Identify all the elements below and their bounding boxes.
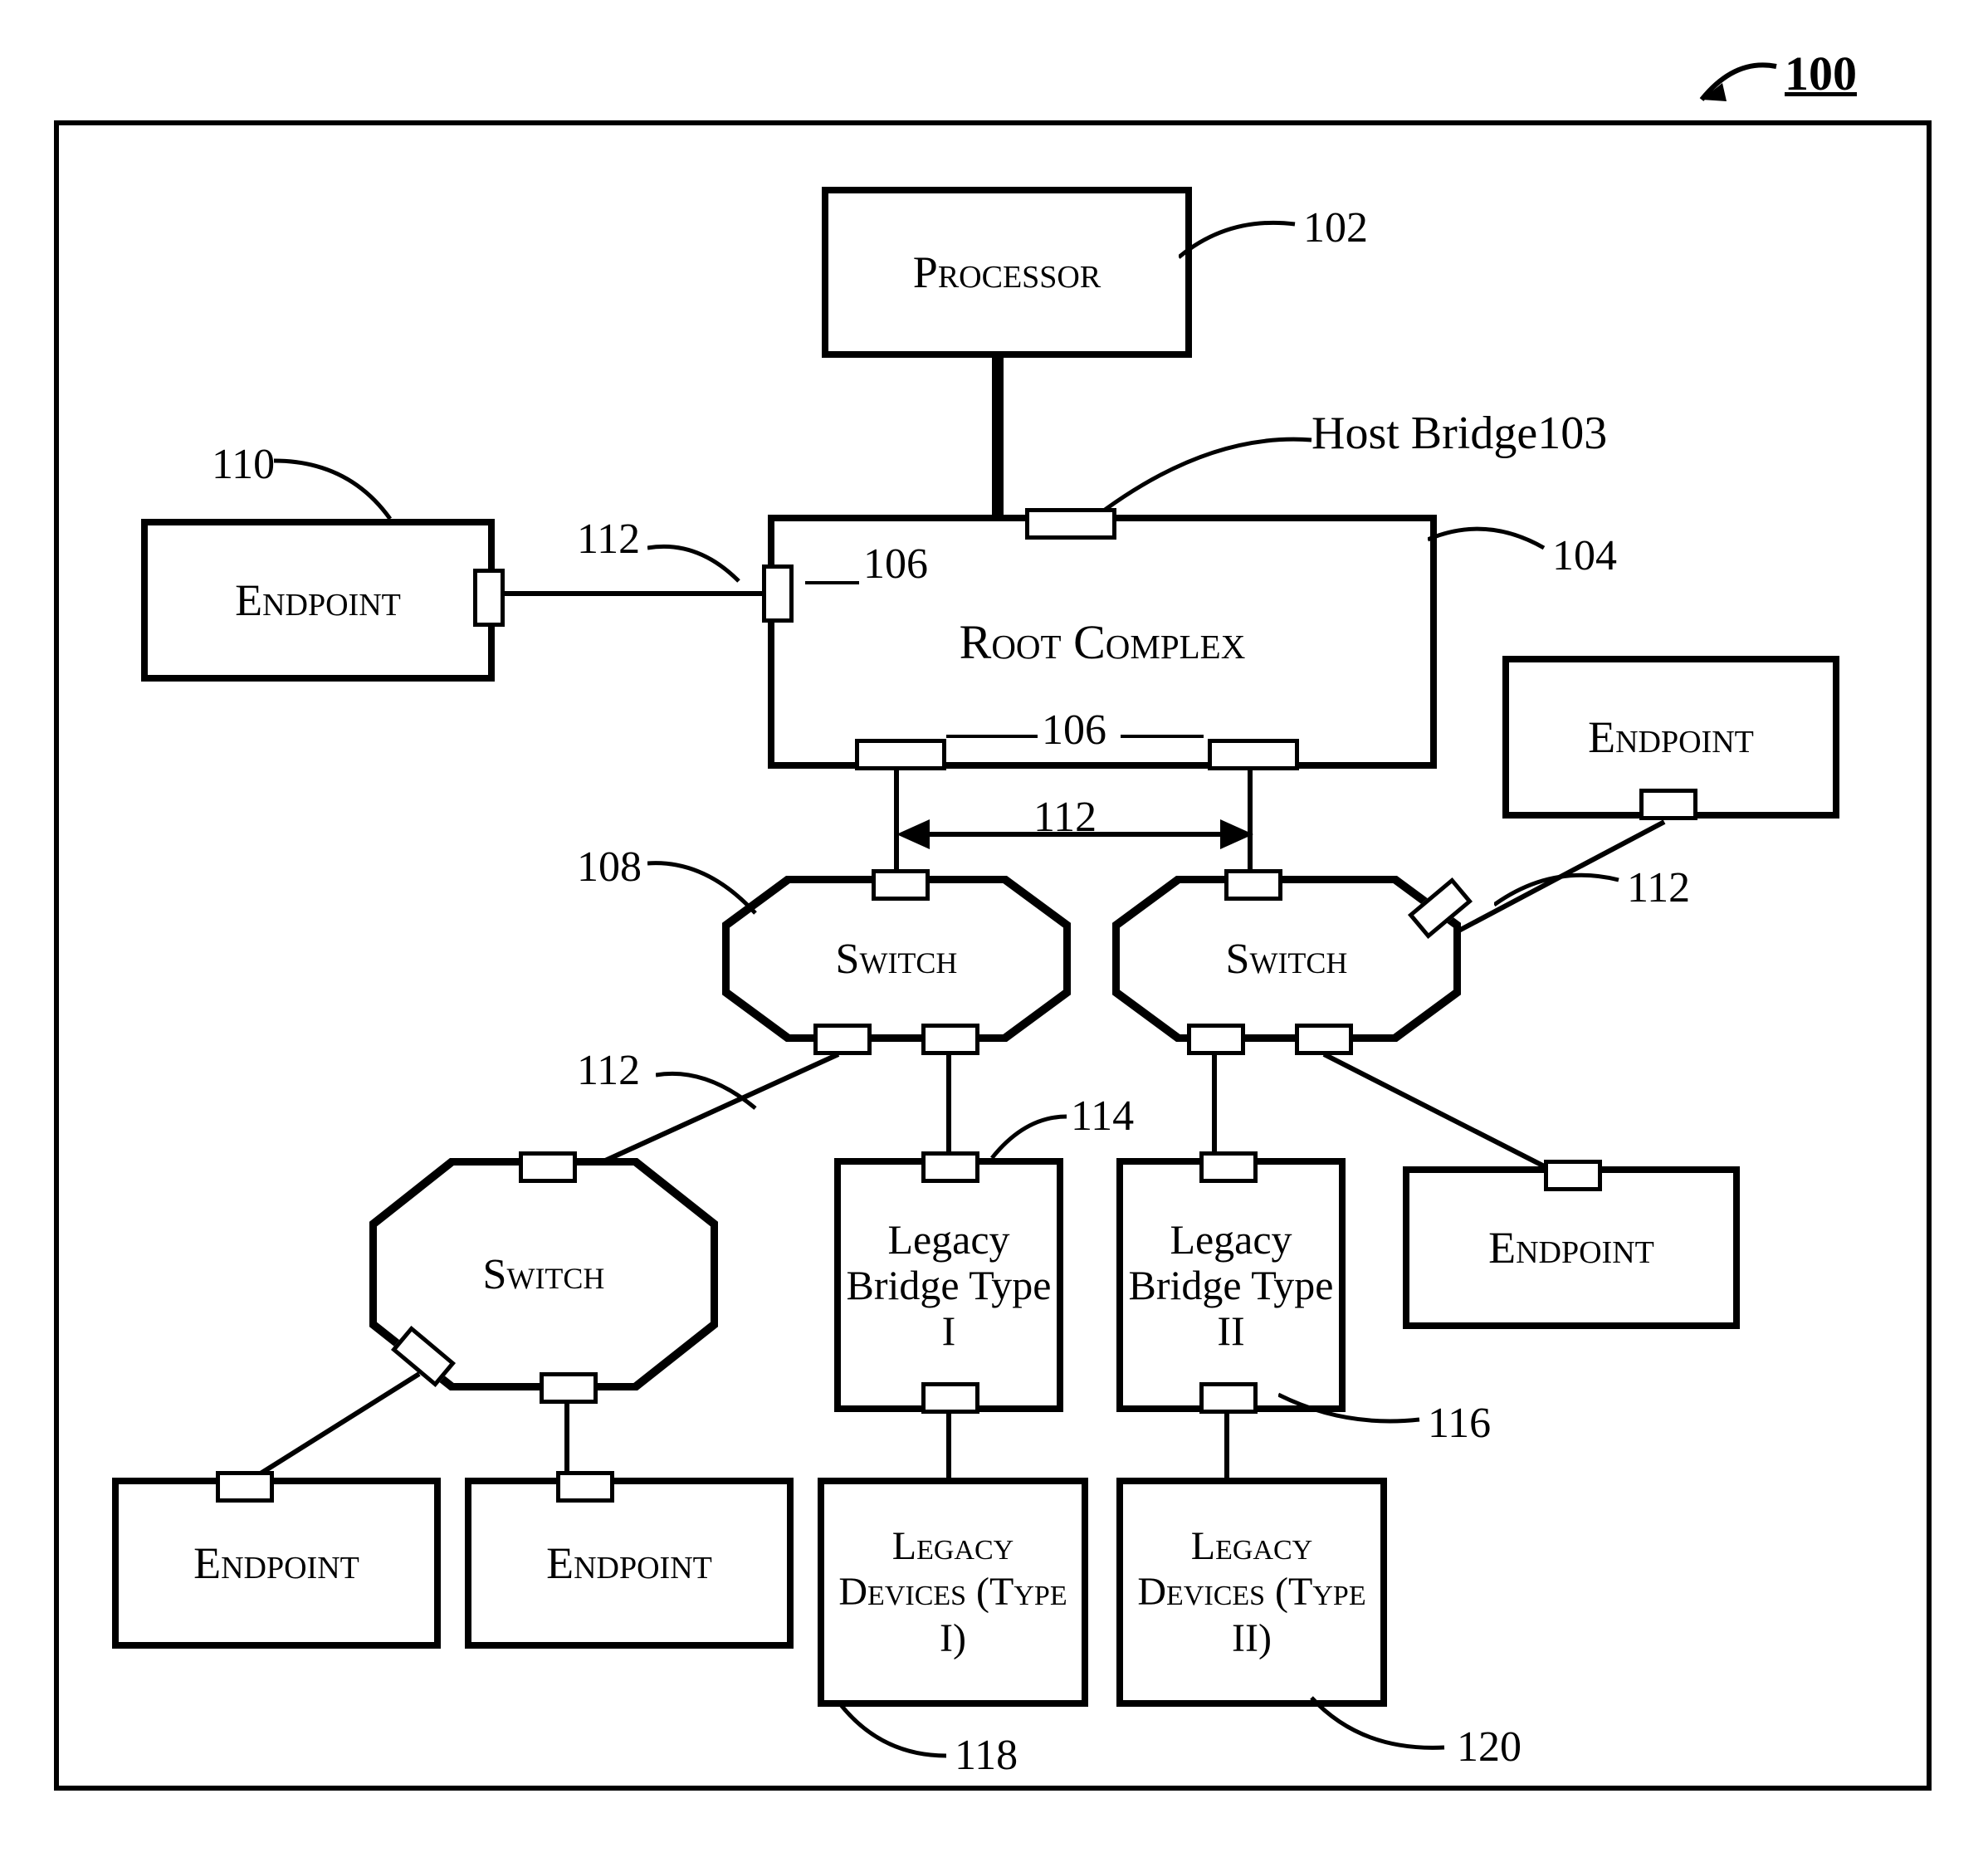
ref-106b: 106: [1042, 706, 1106, 755]
ref-118: 118: [955, 1731, 1018, 1780]
link-swr-lb2: [1212, 1054, 1217, 1158]
ref-112d: 112: [1627, 863, 1690, 912]
endpoint-110-label: Endpoint: [235, 574, 401, 626]
link-lb2-ld2: [1224, 1411, 1229, 1478]
endpoint-b2-label: Endpoint: [546, 1537, 712, 1589]
ref-112a: 112: [577, 515, 640, 564]
figure-arrow: [1685, 50, 1785, 116]
host-bridge-label: Host Bridge103: [1311, 407, 1607, 460]
leader-118: [830, 1698, 955, 1772]
link-proc-root: [992, 351, 1004, 525]
legacy-bridge-1: Legacy Bridge Type I: [834, 1158, 1063, 1412]
legacy-devices-2: Legacy Devices (Type II): [1116, 1478, 1387, 1707]
endpoint-110: Endpoint: [141, 519, 495, 682]
diagram-canvas: 100 Processor 102 Host Bridge103 Root Co…: [0, 0, 1988, 1862]
switch-108: Switch: [722, 876, 1071, 1042]
ref-116: 116: [1428, 1399, 1491, 1448]
port-ep-bl: [216, 1471, 274, 1503]
legacy-bridge-2: Legacy Bridge Type II: [1116, 1158, 1346, 1412]
legacy-devices-2-label: Legacy Devices (Type II): [1123, 1523, 1380, 1661]
port-sw108-br: [921, 1024, 979, 1055]
legacy-devices-1-label: Legacy Devices (Type I): [824, 1523, 1082, 1661]
port-sw3-b: [540, 1372, 598, 1404]
port-ep110: [473, 569, 505, 627]
switch-right-label: Switch: [1226, 935, 1348, 984]
switch-lower-label: Switch: [483, 1250, 605, 1299]
ref-102: 102: [1303, 203, 1368, 252]
leader-114: [984, 1108, 1075, 1166]
link-sw108-lb1: [946, 1054, 951, 1158]
switch-right: Switch: [1112, 876, 1461, 1042]
leader-106b-l: [946, 735, 1038, 738]
port-sw108-t: [872, 869, 930, 901]
port-lb2-b: [1199, 1382, 1258, 1414]
endpoint-tr-label: Endpoint: [1588, 711, 1754, 763]
leader-120: [1303, 1693, 1453, 1768]
port-lb2-t: [1199, 1151, 1258, 1183]
processor-label: Processor: [913, 247, 1101, 298]
ref-112b: 112: [1033, 793, 1097, 842]
endpoint-b2: Endpoint: [465, 1478, 794, 1649]
port-lb1-b: [921, 1382, 979, 1414]
leader-112d: [1494, 863, 1627, 930]
leader-106b-r: [1121, 735, 1204, 738]
figure-number: 100: [1785, 46, 1857, 101]
ref-120: 120: [1457, 1723, 1522, 1772]
leader-110: [274, 452, 423, 527]
processor-box: Processor: [822, 187, 1192, 358]
ref-114: 114: [1071, 1092, 1134, 1141]
ref-110: 110: [212, 440, 275, 489]
port-root-top: [1025, 508, 1116, 540]
port-swr-bl: [1187, 1024, 1245, 1055]
port-root-bl: [855, 739, 946, 770]
link-ep110-root: [502, 591, 764, 596]
endpoint-rm-label: Endpoint: [1488, 1222, 1654, 1273]
port-ep-rm: [1544, 1160, 1602, 1191]
root-complex-label: Root Complex: [960, 614, 1246, 670]
leader-104: [1428, 515, 1561, 589]
port-lb1-t: [921, 1151, 979, 1183]
ref-108: 108: [577, 843, 642, 892]
switch-108-label: Switch: [836, 935, 958, 984]
leader-112a: [647, 531, 747, 598]
link-lb1-ld1: [946, 1411, 951, 1478]
endpoint-bl: Endpoint: [112, 1478, 441, 1649]
endpoint-bl-label: Endpoint: [193, 1537, 359, 1589]
ref-106a: 106: [863, 540, 928, 589]
legacy-bridge-2-label: Legacy Bridge Type II: [1123, 1217, 1339, 1354]
leader-112c: [656, 1063, 764, 1121]
legacy-devices-1: Legacy Devices (Type I): [818, 1478, 1088, 1707]
legacy-bridge-1-label: Legacy Bridge Type I: [841, 1217, 1057, 1354]
port-root-left: [762, 564, 794, 623]
port-root-br: [1208, 739, 1299, 770]
port-ep-b2: [556, 1471, 614, 1503]
leader-116: [1278, 1378, 1428, 1444]
leader-106a: [805, 581, 859, 584]
port-sw3-t: [519, 1151, 577, 1183]
port-ep-tr: [1639, 789, 1697, 820]
ref-112c: 112: [577, 1046, 640, 1095]
leader-108: [647, 855, 764, 930]
link-sw3-epb2: [564, 1403, 569, 1482]
ref-104: 104: [1552, 531, 1617, 580]
port-swr-t: [1224, 869, 1282, 901]
